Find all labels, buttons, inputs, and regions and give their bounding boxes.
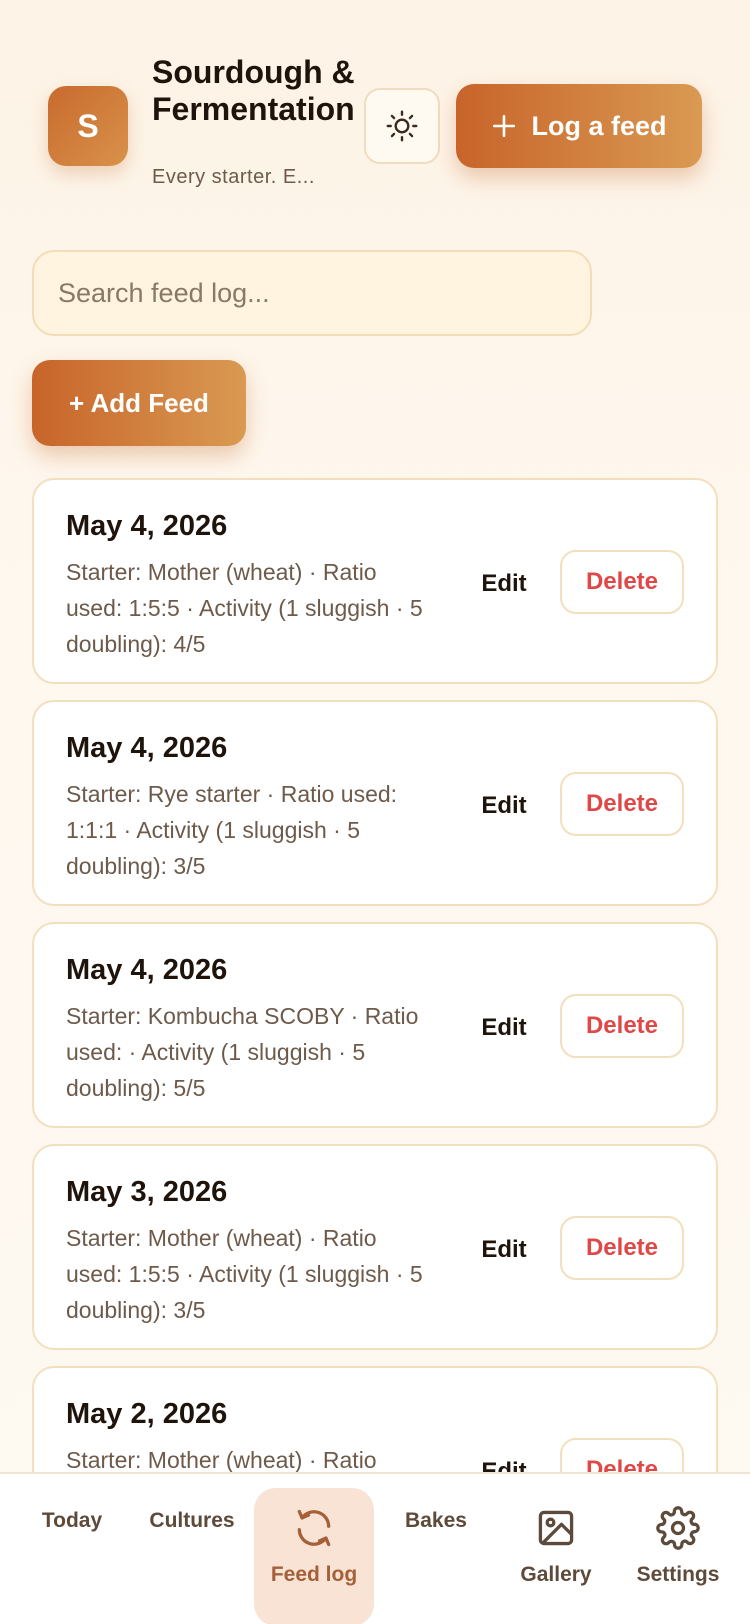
theme-toggle-button[interactable]	[364, 88, 440, 164]
feed-detail: Starter: Mother (wheat) · Ratio	[66, 1447, 377, 1472]
feed-detail: Starter: Mother (wheat) · Ratio used: 1:…	[66, 559, 423, 657]
nav-item-gallery[interactable]: Gallery	[496, 1484, 616, 1622]
edit-button[interactable]: Edit	[464, 782, 544, 830]
nav-item-cultures[interactable]: Cultures	[132, 1484, 252, 1622]
feed-date: May 4, 2026	[66, 510, 228, 542]
gear-icon	[656, 1506, 700, 1550]
delete-button[interactable]: Delete	[560, 1216, 684, 1280]
refresh-icon	[297, 1509, 331, 1547]
edit-button[interactable]: Edit	[464, 1226, 544, 1274]
feed-date: May 2, 2026	[66, 1398, 228, 1430]
feed-card: May 4, 2026 Starter: Rye starter · Ratio…	[32, 700, 718, 906]
image-icon	[538, 1510, 574, 1546]
feed-card: May 3, 2026 Starter: Mother (wheat) · Ra…	[32, 1144, 718, 1350]
delete-button[interactable]: Delete	[560, 550, 684, 614]
nav-item-feed-log[interactable]: Feed log	[254, 1488, 374, 1624]
add-feed-label: + Add Feed	[69, 387, 209, 418]
bottom-nav: Today Cultures Feed log Bakes Gallery Se…	[0, 1472, 750, 1624]
nav-label: Gallery	[520, 1563, 592, 1586]
nav-label: Cultures	[149, 1509, 235, 1532]
feed-card: May 4, 2026 Starter: Kombucha SCOBY · Ra…	[32, 922, 718, 1128]
log-feed-label: Log a feed	[531, 110, 667, 141]
delete-button[interactable]: Delete	[560, 1438, 684, 1472]
nav-item-today[interactable]: Today	[12, 1484, 132, 1622]
feed-date: May 4, 2026	[66, 954, 228, 986]
nav-label: Today	[41, 1509, 103, 1532]
plus-icon	[493, 114, 516, 138]
delete-button[interactable]: Delete	[560, 772, 684, 836]
log-feed-button[interactable]: Log a feed	[456, 84, 702, 168]
search-input[interactable]: Search feed log...	[32, 250, 592, 336]
feed-date: May 3, 2026	[66, 1176, 228, 1208]
app-title: Sourdough & Fermentation	[152, 54, 355, 127]
feed-detail: Starter: Mother (wheat) · Ratio used: 1:…	[66, 1225, 423, 1323]
app-subtitle: Every starter. E...	[152, 166, 315, 188]
edit-button[interactable]: Edit	[464, 1448, 544, 1472]
add-feed-button[interactable]: + Add Feed	[32, 360, 246, 446]
edit-button[interactable]: Edit	[464, 560, 544, 608]
app-header: S Sourdough & Fermentation Every starter…	[0, 0, 750, 220]
delete-button[interactable]: Delete	[560, 994, 684, 1058]
edit-button[interactable]: Edit	[464, 1004, 544, 1052]
nav-item-settings[interactable]: Settings	[618, 1484, 738, 1622]
nav-item-bakes[interactable]: Bakes	[376, 1484, 496, 1622]
app-logo: S	[48, 86, 128, 166]
nav-label: Settings	[636, 1563, 720, 1586]
sun-icon	[386, 110, 418, 142]
logo-letter: S	[77, 107, 99, 144]
feed-card: May 2, 2026 Starter: Mother (wheat) · Ra…	[32, 1366, 718, 1472]
feed-list: May 4, 2026 Starter: Mother (wheat) · Ra…	[32, 478, 718, 1472]
feed-detail: Starter: Kombucha SCOBY · Ratio used: · …	[66, 1003, 419, 1101]
feed-card: May 4, 2026 Starter: Mother (wheat) · Ra…	[32, 478, 718, 684]
feed-date: May 4, 2026	[66, 732, 228, 764]
search-placeholder: Search feed log...	[58, 277, 270, 308]
feed-detail: Starter: Rye starter · Ratio used: 1:1:1…	[66, 781, 398, 879]
nav-label: Bakes	[405, 1509, 467, 1532]
nav-label: Feed log	[270, 1563, 358, 1586]
